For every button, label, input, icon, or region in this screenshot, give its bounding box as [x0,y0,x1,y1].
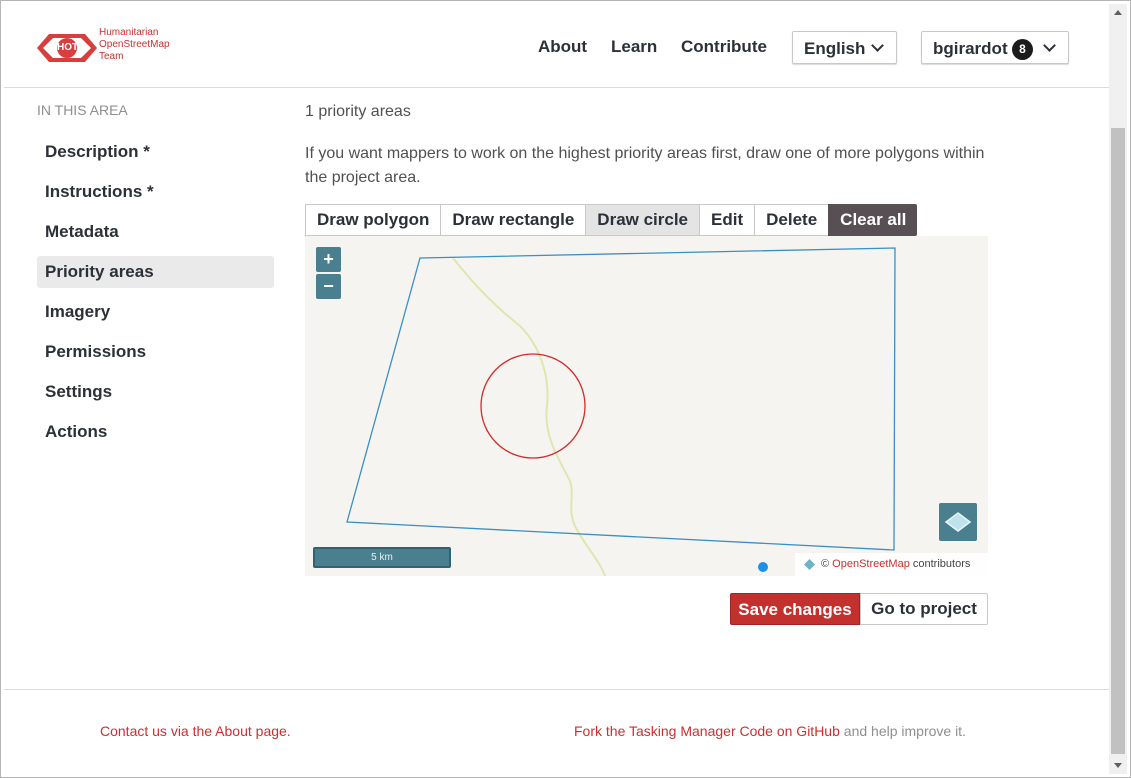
attribution-suffix: contributors [912,558,971,570]
sidebar-item-instructions[interactable]: Instructions * [37,176,274,208]
scrollbar[interactable] [1109,4,1127,774]
delete-button[interactable]: Delete [754,204,829,236]
footer-github-link[interactable]: Fork the Tasking Manager Code on GitHub [574,723,840,739]
footer-divider [4,689,1109,690]
arrow-down-icon [1114,763,1122,768]
logo-line: Team [99,51,124,62]
language-label: English [804,39,866,58]
nav-learn[interactable]: Learn [611,37,657,57]
nav-contribute[interactable]: Contribute [681,37,767,57]
layers-icon [944,512,972,532]
sidebar-item-permissions[interactable]: Permissions [37,336,274,368]
scroll-up-button[interactable] [1109,4,1127,21]
leaflet-icon [804,559,815,570]
project-area-polygon[interactable] [346,247,896,551]
layers-button[interactable] [939,503,977,541]
language-dropdown[interactable]: English [792,31,897,64]
map[interactable]: + − 5 km © OpenStreetMap contributors [305,236,988,576]
logo-line: Humanitarian [99,27,159,38]
sidebar-item-priority-areas[interactable]: Priority areas [37,256,274,288]
edit-button[interactable]: Edit [699,204,755,236]
map-scale: 5 km [313,547,451,568]
chevron-down-icon [871,39,884,52]
draw-polygon-button[interactable]: Draw polygon [305,204,441,236]
priority-area-description: If you want mappers to work on the highe… [305,145,985,186]
priority-area-circle[interactable] [480,353,586,459]
sidebar-item-settings[interactable]: Settings [37,376,274,408]
logo-text: Humanitarian OpenStreetMap Team [99,27,170,63]
location-marker [758,562,768,572]
footer-improve-text: and help improve it. [839,723,966,739]
attribution-osm-link[interactable]: OpenStreetMap [832,558,910,570]
priority-area-count: 1 priority areas [305,103,411,120]
sidebar-item-metadata[interactable]: Metadata [37,216,274,248]
draw-rectangle-button[interactable]: Draw rectangle [440,204,586,236]
username: bgirardot [933,39,1008,58]
clear-all-button[interactable]: Clear all [828,204,918,236]
scroll-thumb[interactable] [1111,128,1125,754]
nav-about[interactable]: About [538,37,587,57]
zoom-out-button[interactable]: − [316,274,341,299]
draw-toolbar: Draw polygon Draw rectangle Draw circle … [305,204,918,236]
sidebar-heading: IN THIS AREA [37,102,128,118]
sidebar-item-imagery[interactable]: Imagery [37,296,274,328]
scroll-down-button[interactable] [1109,757,1127,774]
save-changes-button[interactable]: Save changes [730,593,860,625]
user-dropdown[interactable]: bgirardot 8 [921,31,1069,64]
header: Humanitarian OpenStreetMap Team HOT Abou… [4,4,1109,88]
zoom-in-button[interactable]: + [316,247,341,272]
footer-fork-text: Fork the Tasking Manager Code on GitHub … [574,723,966,739]
sidebar-item-description[interactable]: Description * [37,136,274,168]
logo-badge-text: HOT [57,42,79,53]
map-attribution: © OpenStreetMap contributors [795,553,988,576]
go-to-project-button[interactable]: Go to project [860,593,988,625]
attribution-copyright: © [821,558,830,570]
logo-line: OpenStreetMap [99,39,170,50]
map-canvas[interactable] [305,236,988,576]
draw-circle-button[interactable]: Draw circle [585,204,700,236]
footer-contact-link[interactable]: Contact us via the About page. [100,723,291,739]
notification-badge: 8 [1012,39,1033,60]
chevron-down-icon [1043,39,1056,52]
sidebar-item-actions[interactable]: Actions [37,416,274,448]
arrow-up-icon [1114,10,1122,15]
